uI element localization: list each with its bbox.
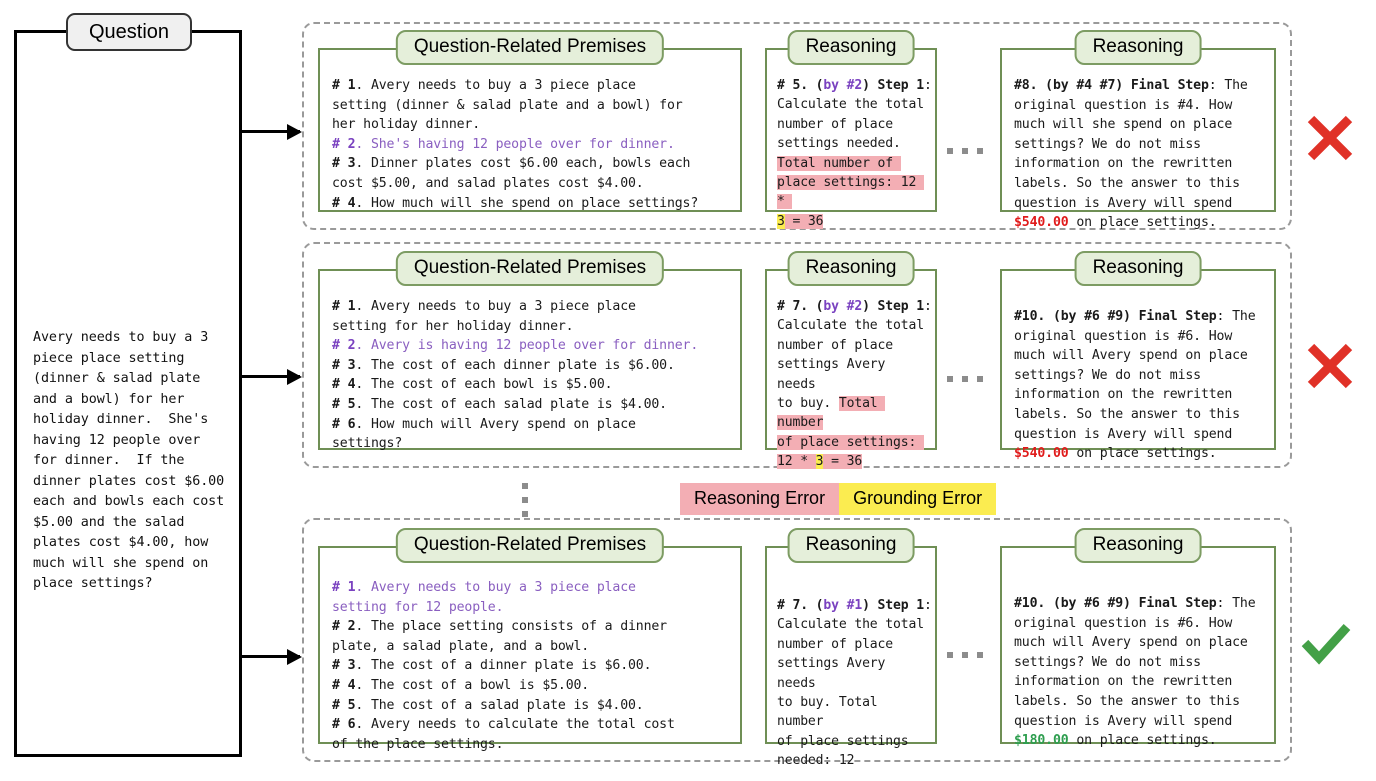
row-1-ellipsis [947,148,983,154]
row-2-reasoning-body: # 7. (by #2) Step 1: Calculate the total… [777,299,932,470]
row-3-final-title: Reasoning [1074,528,1202,563]
legend-grounding-error: Grounding Error [839,483,997,515]
row-2-final-body: #10. (by #6 #9) Final Step: The original… [1014,309,1256,462]
arrow-to-row-2 [242,368,302,385]
row-1-premises-body: # 1. Avery needs to buy a 3 piece place … [332,78,699,211]
row-2-verdict-incorrect-icon [1307,343,1353,389]
row-3-verdict-correct-icon [1301,623,1351,665]
row-2-premises-title: Question-Related Premises [395,251,665,286]
legend-reasoning-error: Reasoning Error [680,483,840,515]
rows-vertical-ellipsis [522,483,528,517]
row-1-reasoning-title: Reasoning [787,30,915,65]
row-1-final-title: Reasoning [1074,30,1202,65]
question-container: Avery needs to buy a 3 piece place setti… [14,30,242,757]
row-3-reasoning-panel: Reasoning # 7. (by #1) Step 1: Calculate… [765,528,937,768]
row-1-premises-title: Question-Related Premises [395,30,665,65]
arrow-to-row-3 [242,648,302,665]
row-2-final-title: Reasoning [1074,251,1202,286]
row-2-premises-body: # 1. Avery needs to buy a 3 piece place … [332,299,699,452]
row-3-final-panel: Reasoning #10. (by #6 #9) Final Step: Th… [1000,528,1276,748]
row-1-premises-panel: Question-Related Premises # 1. Avery nee… [318,30,742,212]
error-legend: Reasoning Error Grounding Error [680,483,997,515]
row-2-premises-panel: Question-Related Premises # 1. Avery nee… [318,251,742,451]
question-title-badge: Question [66,13,192,51]
row-1-reasoning-body: # 5. (by #2) Step 1: Calculate the total… [777,78,932,229]
row-2-final-panel: Reasoning #10. (by #6 #9) Final Step: Th… [1000,251,1276,461]
row-3-final-body: #10. (by #6 #9) Final Step: The original… [1014,596,1256,749]
row-3-ellipsis [947,652,983,658]
row-3-premises-panel: Question-Related Premises # 1. Avery nee… [318,528,742,752]
row-1-reasoning-panel: Reasoning # 5. (by #2) Step 1: Calculate… [765,30,937,229]
row-3-reasoning-body: # 7. (by #1) Step 1: Calculate the total… [777,598,932,769]
question-text: Avery needs to buy a 3 piece place setti… [33,330,225,591]
row-3-premises-title: Question-Related Premises [395,528,665,563]
arrow-to-row-1 [242,123,302,140]
row-1-final-body: #8. (by #4 #7) Final Step: The original … [1014,78,1248,231]
row-2-reasoning-title: Reasoning [787,251,915,286]
row-1-final-panel: Reasoning #8. (by #4 #7) Final Step: The… [1000,30,1276,230]
row-2-reasoning-panel: Reasoning # 7. (by #2) Step 1: Calculate… [765,251,937,470]
row-1-verdict-incorrect-icon [1307,115,1353,161]
row-3-premises-body: # 1. Avery needs to buy a 3 piece place … [332,580,675,752]
row-2-ellipsis [947,376,983,382]
row-3-reasoning-title: Reasoning [787,528,915,563]
